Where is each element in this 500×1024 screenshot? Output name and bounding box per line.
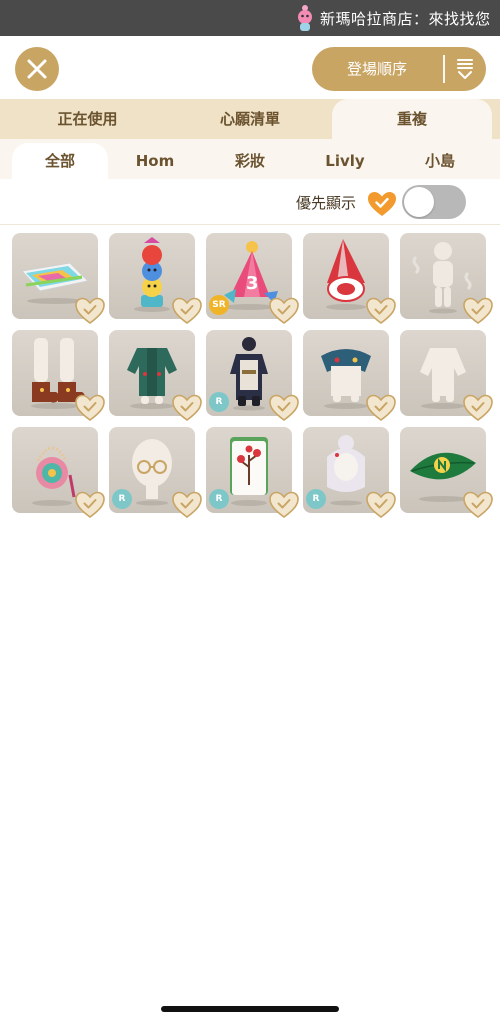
priority-toggle[interactable] [402,185,466,219]
heart-check-badge-icon [172,297,202,324]
heart-check-badge-icon [75,394,105,421]
rarity-badge: R [306,489,326,509]
tab-wishlist[interactable]: 心願清單 [170,99,330,139]
priority-row: 優先顯示 [0,179,500,225]
item-tile[interactable]: R [303,427,396,518]
heart-check-badge-icon [269,297,299,324]
heart-check-icon [368,192,396,216]
sort-label: 登場順序 [346,60,407,78]
rarity-badge: SR [209,295,229,315]
heart-check-badge-icon [463,297,493,324]
sort-button[interactable]: 登場順序 [312,47,486,91]
rarity-badge: R [209,392,229,412]
subtab-livly[interactable]: Livly [298,143,392,179]
item-tile[interactable]: 3 SR [206,233,299,324]
item-tile[interactable] [400,330,493,421]
item-tile[interactable]: R [206,427,299,518]
item-tile[interactable] [109,233,202,324]
item-tile[interactable] [12,427,105,518]
item-tile[interactable]: R [206,330,299,421]
rarity-badge: R [112,489,132,509]
tab-in-use[interactable]: 正在使用 [10,99,165,139]
heart-check-badge-icon [172,394,202,421]
item-tile[interactable] [12,233,105,324]
close-icon [27,59,47,79]
top-banner[interactable]: 新瑪哈拉商店：來找找您 [0,0,500,36]
close-button[interactable] [15,47,59,91]
subtab-hom[interactable]: Hom [108,143,202,179]
item-tile[interactable] [303,330,396,421]
tab-duplicates[interactable]: 重複 [332,99,492,139]
heart-check-badge-icon [172,491,202,518]
item-tile[interactable]: R [109,427,202,518]
heart-check-badge-icon [75,491,105,518]
heart-check-badge-icon [463,491,493,518]
heart-check-badge-icon [366,297,396,324]
mascot-icon [298,5,312,31]
subtab-island[interactable]: 小島 [392,143,488,179]
subtab-makeup[interactable]: 彩妝 [202,143,298,179]
sort-divider [443,55,445,83]
heart-check-badge-icon [269,394,299,421]
heart-check-badge-icon [75,297,105,324]
item-tile[interactable] [12,330,105,421]
item-tile[interactable] [109,330,202,421]
banner-text: 新瑪哈拉商店：來找找您 [320,10,491,28]
item-tile[interactable] [400,233,493,324]
item-tile[interactable] [303,233,396,324]
toggle-knob [404,187,434,217]
heart-check-badge-icon [366,394,396,421]
item-tile[interactable] [400,427,493,518]
main-tabs: 正在使用 心願清單 重複 [0,99,500,139]
heart-check-badge-icon [366,491,396,518]
home-indicator[interactable] [161,1006,339,1012]
svg-text:3: 3 [246,273,259,294]
rarity-badge: R [209,489,229,509]
sub-tabs: 全部 Hom 彩妝 Livly 小島 [0,139,500,179]
priority-label: 優先顯示 [296,194,357,212]
sort-descending-icon[interactable] [452,56,478,82]
subtab-all[interactable]: 全部 [12,143,108,179]
heart-check-badge-icon [463,394,493,421]
heart-check-badge-icon [269,491,299,518]
